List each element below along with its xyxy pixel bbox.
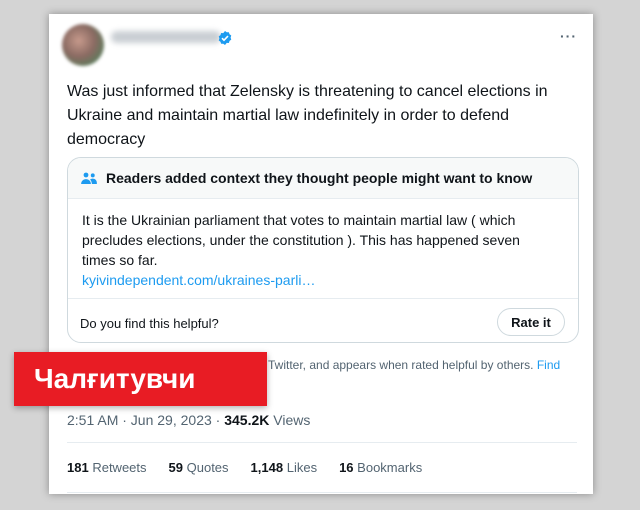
community-note-body: It is the Ukrainian parliament that vote… [82,210,552,290]
avatar[interactable] [62,24,104,66]
misleading-badge: Чалғитувчи [14,352,267,406]
disclaimer-text: Twitter, and appears when rated helpful … [268,358,534,372]
community-note-header: Readers added context they thought peopl… [68,158,578,199]
tweet-text: Was just informed that Zelensky is threa… [67,83,548,148]
divider [67,442,577,443]
community-note-title: Readers added context they thought peopl… [106,170,533,186]
community-note-text: It is the Ukrainian parliament that vote… [82,212,520,268]
meta-separator: · [211,412,225,428]
engagement-stats: 181 Retweets 59 Quotes 1,148 Likes 16 Bo… [67,460,422,475]
author-name-blurred[interactable] [111,31,221,43]
community-note: Readers added context they thought peopl… [67,157,579,343]
divider [68,298,578,299]
views-count: 345.2K [224,412,270,428]
views-label: Views [273,412,311,428]
tweet-card: ··· Was just informed that Zelensky is t… [49,14,593,494]
bookmarks-stat[interactable]: 16 Bookmarks [339,460,422,475]
tweet-meta: 2:51 AM · Jun 29, 2023 · 345.2K Views [67,412,310,428]
rate-it-button[interactable]: Rate it [497,308,565,336]
disclaimer-find-link[interactable]: Find [537,358,560,372]
more-options-icon[interactable]: ··· [560,28,577,44]
retweets-stat[interactable]: 181 Retweets [67,460,147,475]
tweet-timestamp[interactable]: 2:51 AM · Jun 29, 2023 [67,412,212,428]
verified-badge-icon [218,31,232,45]
likes-stat[interactable]: 1,148 Likes [251,460,318,475]
community-note-source-link[interactable]: kyivindependent.com/ukraines-parli… [82,270,552,290]
quotes-stat[interactable]: 59 Quotes [169,460,229,475]
people-icon [81,172,97,184]
helpful-question: Do you find this helpful? [80,316,219,331]
divider [67,492,577,493]
